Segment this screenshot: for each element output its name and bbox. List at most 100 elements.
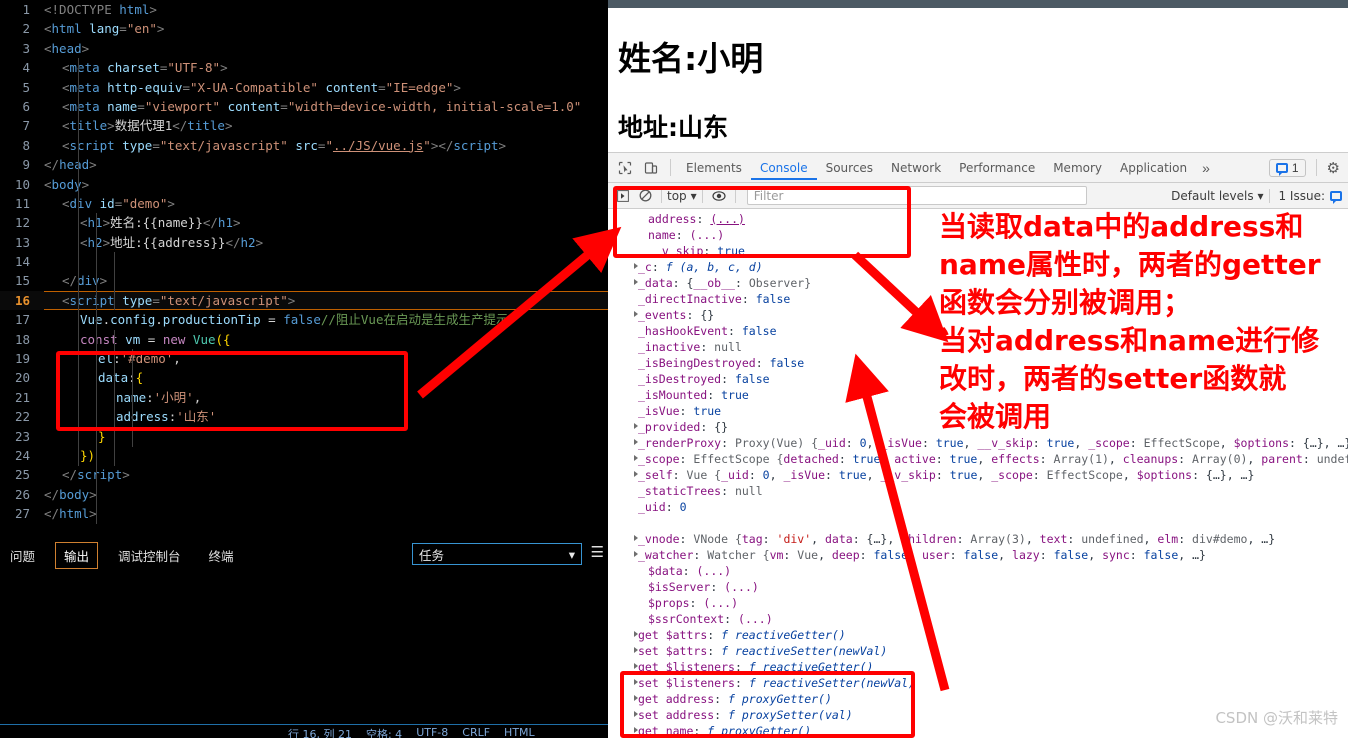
- device-toolbar-icon[interactable]: [638, 155, 664, 181]
- code-token: title: [187, 118, 225, 134]
- expand-triangle-icon[interactable]: [634, 455, 638, 461]
- console-token: false: [873, 548, 909, 562]
- console-property-row[interactable]: $ssrContext: (...): [608, 611, 1348, 627]
- console-property-row[interactable]: _watcher: Watcher {vm: Vue, deep: false,…: [608, 547, 1348, 563]
- console-token: address: [648, 212, 697, 226]
- console-property-row[interactable]: _events: {}: [608, 307, 1348, 323]
- status-item-2[interactable]: UTF-8: [416, 726, 448, 738]
- devtools-tab-elements[interactable]: Elements: [677, 155, 751, 180]
- issues-summary-button[interactable]: 1 Issue:: [1269, 188, 1342, 204]
- clear-console-icon[interactable]: [634, 185, 656, 207]
- panel-tab-3[interactable]: 终端: [201, 543, 242, 568]
- console-property-row[interactable]: get $attrs: f reactiveGetter(): [608, 627, 1348, 643]
- expand-triangle-icon[interactable]: [634, 263, 638, 269]
- code-line-text: <h1>姓名:{{name}}</h1>: [34, 213, 241, 232]
- devtools-tab-memory[interactable]: Memory: [1044, 155, 1111, 180]
- console-token: :: [689, 596, 704, 610]
- console-token: : {…},: [852, 532, 902, 546]
- devtools-tab-network[interactable]: Network: [882, 155, 950, 180]
- expand-triangle-icon[interactable]: [634, 439, 638, 445]
- code-token: =: [152, 137, 160, 153]
- console-property-row[interactable]: _renderProxy: Proxy(Vue) {_uid: 0, _isVu…: [608, 435, 1348, 451]
- code-token: .: [155, 312, 163, 328]
- console-property-row[interactable]: name: (...): [608, 227, 1348, 243]
- console-property-row[interactable]: get $listeners: f reactiveGetter(): [608, 659, 1348, 675]
- console-token: ,: [1122, 468, 1137, 482]
- code-line: 21name:'小明',: [0, 388, 608, 407]
- console-property-row[interactable]: set $attrs: f reactiveSetter(newVal): [608, 643, 1348, 659]
- devtools-tab-performance[interactable]: Performance: [950, 155, 1044, 180]
- status-item-0[interactable]: 行 16, 列 21: [288, 726, 352, 738]
- console-property-row[interactable]: _isMounted: true: [608, 387, 1348, 403]
- console-property-row[interactable]: _uid: 0: [608, 499, 1348, 515]
- inspect-element-icon[interactable]: [612, 155, 638, 181]
- console-property-row[interactable]: _staticTrees: null: [608, 483, 1348, 499]
- console-sidebar-toggle-icon[interactable]: [612, 185, 634, 207]
- expand-triangle-icon[interactable]: [634, 423, 638, 429]
- gear-icon[interactable]: ⚙: [1327, 159, 1340, 177]
- console-token: ,: [977, 452, 992, 466]
- devtools-tab-console[interactable]: Console: [751, 155, 817, 180]
- console-property-row[interactable]: [608, 515, 1348, 531]
- expand-triangle-icon[interactable]: [634, 279, 638, 285]
- console-property-row[interactable]: _vnode: VNode {tag: 'div', data: {…}, ch…: [608, 531, 1348, 547]
- console-token: :: [783, 548, 798, 562]
- status-item-3[interactable]: CRLF: [462, 726, 490, 738]
- console-property-row[interactable]: _isVue: true: [608, 403, 1348, 419]
- status-item-1[interactable]: 空格: 4: [366, 726, 402, 738]
- code-editor[interactable]: 1 <!DOCTYPE html> 2 <html lang="en"> 3 <head>…: [0, 0, 608, 536]
- expand-triangle-icon[interactable]: [634, 471, 638, 477]
- console-token: $listeners: [665, 660, 735, 674]
- expand-triangle-icon[interactable]: [634, 535, 638, 541]
- console-message-count-button[interactable]: 1: [1268, 158, 1306, 177]
- panel-tab-0[interactable]: 问题: [2, 543, 43, 568]
- console-token: $listeners: [665, 676, 735, 690]
- devtools-tab-application[interactable]: Application: [1111, 155, 1196, 180]
- expand-triangle-icon[interactable]: [634, 727, 638, 733]
- console-property-row[interactable]: $props: (...): [608, 595, 1348, 611]
- expand-triangle-icon[interactable]: [634, 551, 638, 557]
- status-item-4[interactable]: HTML: [504, 726, 535, 738]
- console-property-row[interactable]: _data: {__ob__: Observer}: [608, 275, 1348, 291]
- log-levels-dropdown[interactable]: Default levels ▾: [1171, 189, 1263, 203]
- panel-tab-2[interactable]: 调试控制台: [110, 543, 189, 568]
- filterbar-divider: [661, 188, 662, 203]
- console-property-row[interactable]: _directInactive: false: [608, 291, 1348, 307]
- console-property-row[interactable]: _isBeingDestroyed: false: [608, 355, 1348, 371]
- execution-context-selector[interactable]: top ▾: [667, 189, 697, 203]
- console-property-row[interactable]: _hasHookEvent: false: [608, 323, 1348, 339]
- expand-triangle-icon[interactable]: [634, 647, 638, 653]
- devtools-tab-sources[interactable]: Sources: [817, 155, 882, 180]
- expand-triangle-icon[interactable]: [634, 695, 638, 701]
- expand-triangle-icon[interactable]: [634, 679, 638, 685]
- console-property-row[interactable]: _scope: EffectScope {detached: true, act…: [608, 451, 1348, 467]
- chevron-down-icon: ▾: [690, 188, 697, 203]
- task-dropdown[interactable]: 任务 ▾: [412, 543, 582, 565]
- console-output-list[interactable]: address: (...) name: (...) __v_skip: true _…: [608, 209, 1348, 737]
- live-expression-eye-icon[interactable]: [708, 185, 730, 207]
- console-filter-input[interactable]: Filter: [746, 186, 1087, 205]
- code-token: productionTip: [162, 312, 261, 328]
- console-property-row[interactable]: _isDestroyed: false: [608, 371, 1348, 387]
- panel-menu-icon[interactable]: ☰: [591, 545, 604, 560]
- console-property-row[interactable]: address: (...): [608, 211, 1348, 227]
- expand-triangle-icon[interactable]: [634, 631, 638, 637]
- console-token: f reactiveSetter(newVal): [748, 676, 915, 690]
- console-property-row[interactable]: __v_skip: true: [608, 243, 1348, 259]
- code-token: >: [81, 176, 90, 192]
- console-property-row[interactable]: _provided: {}: [608, 419, 1348, 435]
- console-property-row[interactable]: _c: f (a, b, c, d): [608, 259, 1348, 275]
- console-property-row[interactable]: _self: Vue {_uid: 0, _isVue: true, __v_s…: [608, 467, 1348, 483]
- page-heading-address: 地址:山东: [618, 113, 728, 142]
- expand-triangle-icon[interactable]: [634, 663, 638, 669]
- console-property-row[interactable]: get address: f proxyGetter(): [608, 691, 1348, 707]
- panel-tab-1[interactable]: 输出: [55, 541, 99, 569]
- console-property-row[interactable]: $data: (...): [608, 563, 1348, 579]
- more-tabs-icon[interactable]: »: [1196, 160, 1216, 176]
- console-token: f reactiveGetter(): [721, 628, 846, 642]
- console-property-row[interactable]: set $listeners: f reactiveSetter(newVal): [608, 675, 1348, 691]
- console-property-row[interactable]: $isServer: (...): [608, 579, 1348, 595]
- expand-triangle-icon[interactable]: [634, 311, 638, 317]
- console-property-row[interactable]: _inactive: null: [608, 339, 1348, 355]
- expand-triangle-icon[interactable]: [634, 711, 638, 717]
